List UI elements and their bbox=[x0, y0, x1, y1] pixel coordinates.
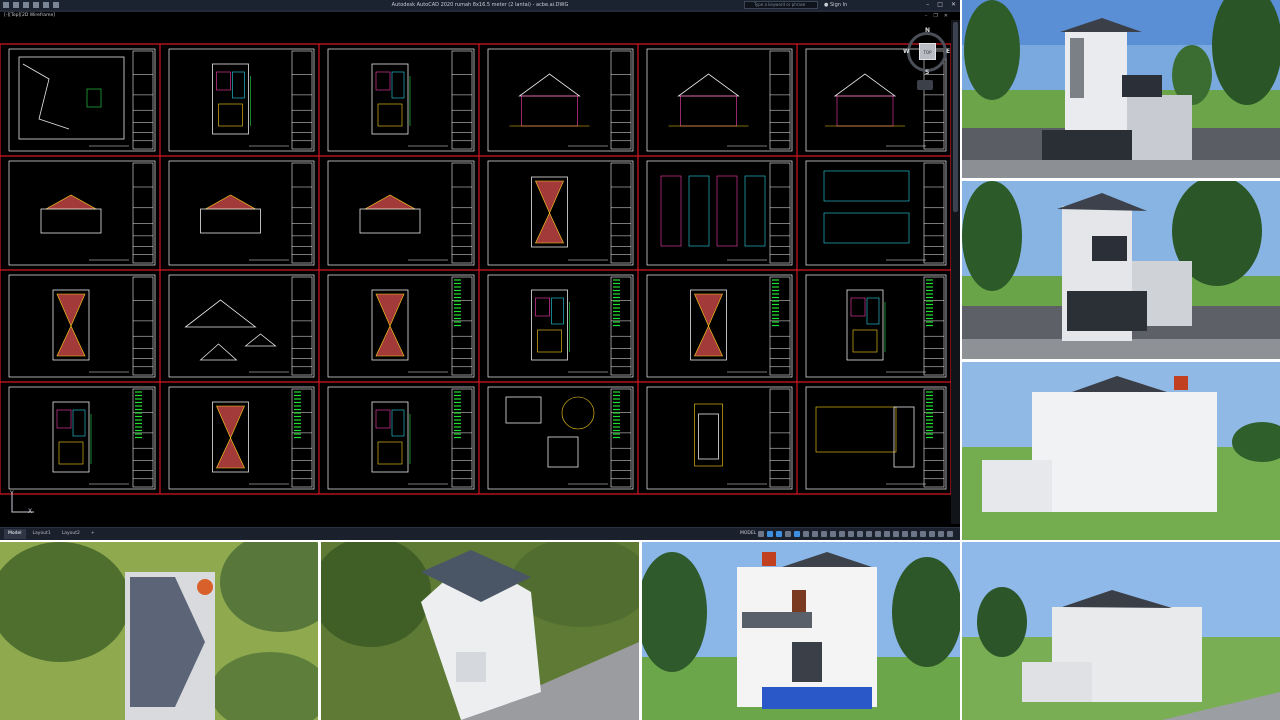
drawing-sheet[interactable] bbox=[8, 48, 156, 152]
status-toggle-icon[interactable] bbox=[920, 531, 926, 537]
drawing-canvas[interactable] bbox=[0, 20, 951, 524]
status-toggle-icon[interactable] bbox=[884, 531, 890, 537]
status-toggle-icon[interactable] bbox=[803, 531, 809, 537]
status-toggle-icon[interactable] bbox=[866, 531, 872, 537]
status-model-space[interactable]: MODEL bbox=[740, 528, 756, 540]
status-toggle-icon[interactable] bbox=[947, 531, 953, 537]
drawing-sheet[interactable] bbox=[327, 160, 475, 266]
drawing-sheet[interactable] bbox=[805, 160, 947, 266]
render-aerial-roof-view bbox=[0, 542, 318, 720]
render-front-view bbox=[962, 0, 1280, 178]
close-icon[interactable]: ✕ bbox=[951, 0, 956, 10]
user-icon[interactable]: ● bbox=[824, 0, 828, 10]
render-bird-eye-view bbox=[321, 542, 639, 720]
status-toggle-icon[interactable] bbox=[776, 531, 782, 537]
drawing-sheet[interactable] bbox=[646, 160, 793, 266]
viewport-controls: – ❐ ✕ bbox=[925, 12, 948, 20]
drawing-sheet[interactable] bbox=[805, 274, 947, 378]
ucs-y-label: Y bbox=[10, 490, 14, 497]
viewcube-face[interactable]: TOP bbox=[919, 43, 936, 60]
status-toggle-icon[interactable] bbox=[812, 531, 818, 537]
search-input[interactable]: Type a keyword or phrase bbox=[744, 1, 818, 9]
drawing-sheet[interactable] bbox=[646, 386, 793, 490]
drawing-sheet[interactable] bbox=[646, 274, 793, 378]
drawing-sheet[interactable] bbox=[327, 48, 475, 152]
add-layout-button[interactable]: + bbox=[87, 529, 99, 539]
status-toggle-icon[interactable] bbox=[929, 531, 935, 537]
status-toggle-icon[interactable] bbox=[938, 531, 944, 537]
layout-tabs: Model Layout1 Layout2 + bbox=[4, 529, 99, 539]
viewport-minimize-icon[interactable]: – bbox=[925, 12, 928, 20]
viewport-label[interactable]: [-][Top][2D Wireframe] bbox=[4, 12, 55, 20]
tab-layout1[interactable]: Layout1 bbox=[29, 529, 55, 539]
status-toggle-icon[interactable] bbox=[893, 531, 899, 537]
autocad-window: Autodesk AutoCAD 2020 rumah 8x16.5 meter… bbox=[0, 0, 960, 540]
sign-in-link[interactable]: Sign In bbox=[830, 0, 847, 10]
status-toggle-icon[interactable] bbox=[821, 531, 827, 537]
render-side-view-2 bbox=[962, 542, 1280, 720]
drawing-sheet[interactable] bbox=[8, 160, 156, 266]
status-toggle-icon[interactable] bbox=[857, 531, 863, 537]
status-toggle-icon[interactable] bbox=[830, 531, 836, 537]
viewport-close-icon[interactable]: ✕ bbox=[944, 12, 948, 20]
vertical-scrollbar[interactable] bbox=[951, 20, 960, 524]
compass-south: S bbox=[925, 69, 930, 76]
status-toggle-icon[interactable] bbox=[758, 531, 764, 537]
status-toggle-icon[interactable] bbox=[767, 531, 773, 537]
ribbon-strip bbox=[0, 10, 960, 12]
tab-model[interactable]: Model bbox=[4, 529, 26, 539]
status-toggle-icon[interactable] bbox=[794, 531, 800, 537]
drawing-sheets bbox=[0, 43, 951, 495]
status-toggle-icon[interactable] bbox=[839, 531, 845, 537]
minimize-icon[interactable]: – bbox=[926, 0, 929, 10]
drawing-sheet[interactable] bbox=[168, 274, 315, 378]
title-bar: Autodesk AutoCAD 2020 rumah 8x16.5 meter… bbox=[0, 0, 960, 10]
render-perspective-view bbox=[962, 181, 1280, 359]
tab-layout2[interactable]: Layout2 bbox=[58, 529, 84, 539]
drawing-sheet[interactable] bbox=[646, 48, 793, 152]
ucs-x-label: X bbox=[28, 508, 33, 515]
window-controls: – □ ✕ bbox=[926, 0, 956, 10]
compass-north: N bbox=[925, 27, 931, 34]
drawing-sheet[interactable] bbox=[805, 386, 947, 490]
status-toggle-icon[interactable] bbox=[875, 531, 881, 537]
maximize-icon[interactable]: □ bbox=[937, 0, 943, 10]
viewport-restore-icon[interactable]: ❐ bbox=[933, 12, 937, 20]
status-bar-toggles bbox=[758, 531, 953, 537]
drawing-sheet[interactable] bbox=[168, 48, 315, 152]
layout-tab-bar: Model Layout1 Layout2 + MODEL bbox=[0, 527, 960, 540]
navigation-bar[interactable] bbox=[917, 80, 933, 90]
compass-west: W bbox=[903, 48, 910, 55]
drawing-sheet[interactable] bbox=[487, 386, 634, 490]
drawing-sheet[interactable] bbox=[8, 386, 156, 490]
compass-east: E bbox=[946, 48, 951, 55]
drawing-sheet[interactable] bbox=[327, 386, 475, 490]
render-rear-view bbox=[642, 542, 960, 720]
drawing-sheet[interactable] bbox=[487, 48, 634, 152]
viewcube[interactable]: TOP N S W E bbox=[903, 28, 951, 76]
render-side-elevation bbox=[962, 362, 1280, 540]
status-toggle-icon[interactable] bbox=[785, 531, 791, 537]
status-toggle-icon[interactable] bbox=[848, 531, 854, 537]
status-toggle-icon[interactable] bbox=[911, 531, 917, 537]
status-toggle-icon[interactable] bbox=[902, 531, 908, 537]
drawing-sheet[interactable] bbox=[487, 274, 634, 378]
scrollbar-thumb[interactable] bbox=[953, 22, 958, 212]
drawing-sheet[interactable] bbox=[327, 274, 475, 378]
drawing-sheet[interactable] bbox=[168, 160, 315, 266]
drawing-sheet[interactable] bbox=[487, 160, 634, 266]
drawing-sheet[interactable] bbox=[168, 386, 315, 490]
drawing-sheet[interactable] bbox=[8, 274, 156, 378]
